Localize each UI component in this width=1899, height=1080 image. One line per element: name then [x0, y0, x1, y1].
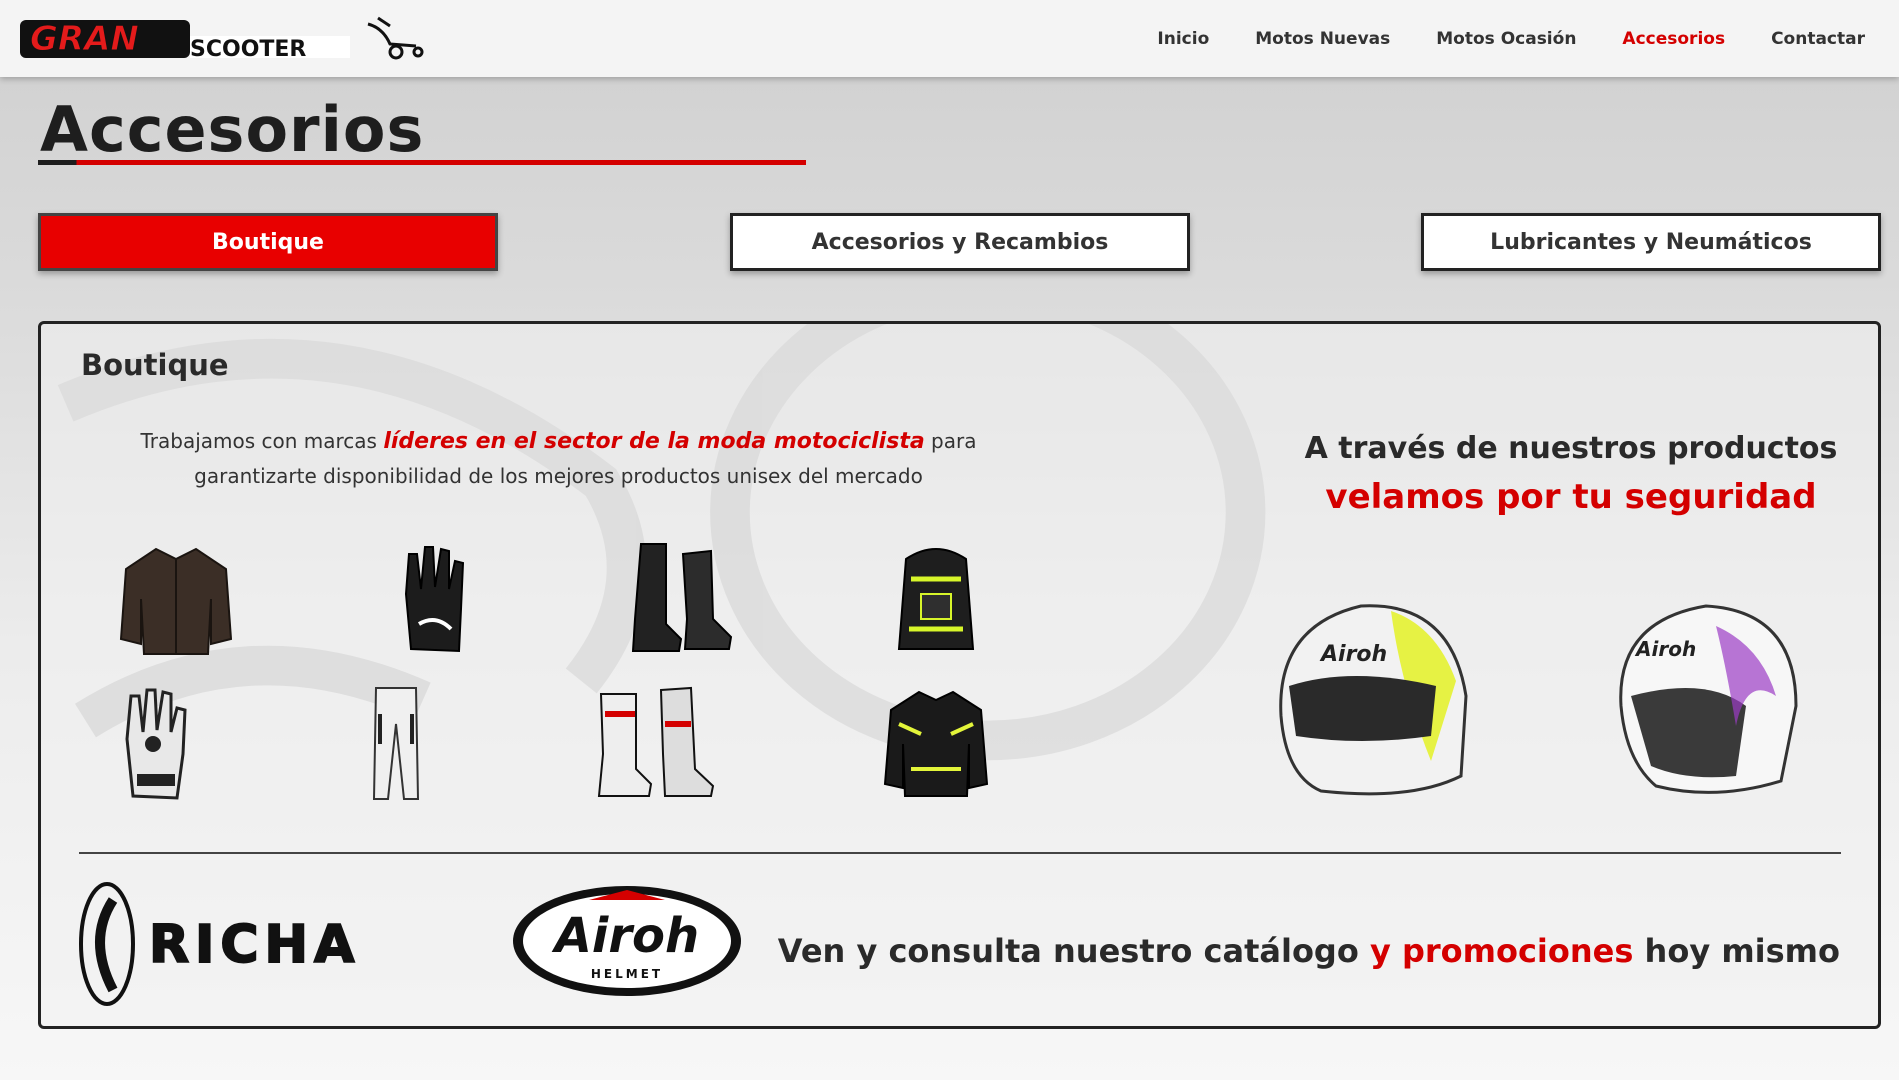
cta-text: Ven y consulta nuestro catálogo y promoc…: [778, 932, 1840, 970]
nav-accesorios[interactable]: Accesorios: [1622, 29, 1725, 49]
leather-jacket-icon[interactable]: [101, 534, 251, 664]
title-underline: [38, 160, 806, 165]
tab-boutique[interactable]: Boutique: [38, 213, 498, 271]
nav-motos-ocasion[interactable]: Motos Ocasión: [1436, 29, 1576, 49]
textile-jacket-icon[interactable]: [861, 679, 1011, 809]
product-gallery: [71, 534, 1031, 824]
intro-text: Trabajamos con marcas líderes en el sect…: [101, 424, 1016, 494]
airoh-logo[interactable]: Airoh HELMET: [509, 882, 745, 1000]
nav-inicio[interactable]: Inicio: [1157, 29, 1209, 49]
boots-icon[interactable]: [606, 534, 756, 664]
svg-text:GRAN: GRAN: [30, 19, 139, 59]
gran-scooter-logo[interactable]: GRAN SCOOTER: [18, 14, 428, 64]
svg-text:SCOOTER: SCOOTER: [190, 37, 306, 62]
intro-before: Trabajamos con marcas: [140, 429, 384, 453]
cta-part-2: y promociones: [1369, 932, 1634, 970]
svg-text:Airoh: Airoh: [1634, 637, 1696, 661]
tagline-line-1: A través de nuestros productos: [1304, 431, 1838, 466]
backpack-icon[interactable]: [861, 534, 1011, 664]
pants-icon[interactable]: [321, 679, 471, 809]
svg-text:Airoh: Airoh: [551, 908, 699, 964]
section-heading: Boutique: [81, 348, 229, 382]
cta-part-1: Ven y consulta nuestro catálogo: [777, 932, 1370, 970]
section-divider: [79, 852, 1841, 854]
tagline: A través de nuestros productos velamos p…: [1191, 424, 1878, 522]
intro-highlight: líderes en el sector de la moda motocicl…: [383, 429, 925, 454]
svg-text:HELMET: HELMET: [591, 967, 663, 981]
svg-text:Airoh: Airoh: [1319, 642, 1387, 667]
tab-lubricantes-neumaticos[interactable]: Lubricantes y Neumáticos: [1421, 213, 1881, 271]
richa-logo[interactable]: RICHA: [77, 880, 457, 1008]
open-face-helmet-icon[interactable]: Airoh: [1596, 586, 1816, 816]
svg-text:RICHA: RICHA: [149, 915, 360, 975]
nav-contactar[interactable]: Contactar: [1771, 29, 1865, 49]
top-navbar: GRAN SCOOTER Inicio Motos Nuevas Motos O…: [0, 0, 1899, 77]
racing-boot-icon[interactable]: [581, 679, 731, 809]
main-nav: Inicio Motos Nuevas Motos Ocasión Acceso…: [1157, 0, 1865, 77]
boutique-panel: Boutique Trabajamos con marcas líderes e…: [38, 321, 1881, 1029]
full-face-helmet-icon[interactable]: Airoh: [1261, 586, 1481, 816]
tab-accesorios-recambios[interactable]: Accesorios y Recambios: [730, 213, 1190, 271]
racing-glove-icon[interactable]: [81, 679, 231, 809]
tagline-line-2: velamos por tu seguridad: [1325, 477, 1817, 517]
glove-icon[interactable]: [361, 534, 511, 664]
cta-part-3: hoy mismo: [1633, 932, 1840, 970]
page-title: Accesorios: [40, 93, 425, 166]
nav-motos-nuevas[interactable]: Motos Nuevas: [1255, 29, 1390, 49]
